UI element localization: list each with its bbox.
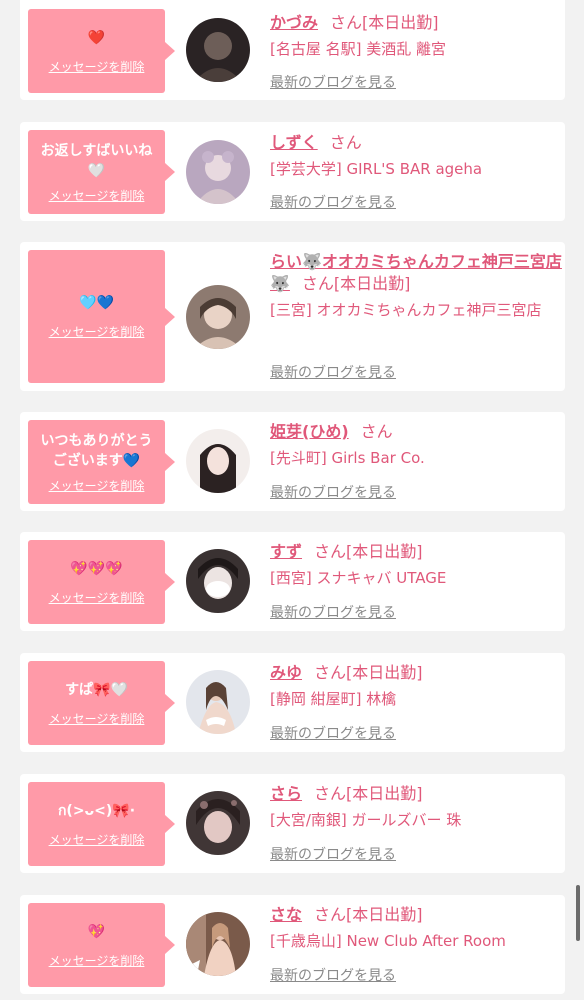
message-bubble: お返しすばいいね🤍 メッセージを削除 (28, 130, 175, 214)
message-bubble: 💖 メッセージを削除 (28, 903, 175, 987)
latest-blog-link[interactable]: 最新のブログを見る (270, 72, 396, 92)
latest-blog-link[interactable]: 最新のブログを見る (270, 192, 396, 212)
cast-name-link[interactable]: さな (270, 905, 302, 924)
cast-status: さん[本日出勤] (330, 13, 439, 32)
cast-status: さん[本日出勤] (314, 905, 423, 924)
avatar[interactable] (186, 549, 250, 613)
avatar[interactable] (186, 791, 250, 855)
message-text: すぱ🎀🤍 (65, 681, 128, 698)
message-text: 💖 (87, 923, 106, 940)
cast-status: さん[本日出勤] (314, 542, 423, 561)
list-item: ก(>ᴗ<)🎀· メッセージを削除 さら さん[本日出勤] [大宮/南銀] ガール… (20, 774, 565, 873)
delete-message-link[interactable]: メッセージを削除 (49, 589, 145, 606)
message-bubble: 💖💖💖 メッセージを削除 (28, 540, 175, 624)
latest-blog-link[interactable]: 最新のブログを見る (270, 482, 396, 502)
avatar[interactable] (186, 18, 250, 82)
cast-name-link[interactable]: すず (270, 542, 302, 561)
cast-name-link[interactable]: みゆ (270, 663, 302, 682)
message-bubble: ก(>ᴗ<)🎀· メッセージを削除 (28, 782, 175, 866)
list-item: 💖💖💖 メッセージを削除 すず さん[本日出勤] [西宮] スナキャバ UTAGE… (20, 532, 565, 631)
cast-info: さら さん[本日出勤] [大宮/南銀] ガールズバー 珠 (270, 783, 562, 831)
list-item: お返しすばいいね🤍 メッセージを削除 しずく さん [学芸大学] GIRL'S B… (20, 122, 565, 221)
list-item: ❤️ メッセージを削除 かづみ さん[本日出勤] [名古屋 名駅] 美酒乱 離宮 … (20, 0, 565, 100)
shop-name: [西宮] スナキャバ UTAGE (270, 569, 447, 587)
message-text: 💖💖💖 (70, 560, 123, 577)
cast-info: すず さん[本日出勤] [西宮] スナキャバ UTAGE (270, 541, 562, 589)
delete-message-link[interactable]: メッセージを削除 (49, 323, 145, 340)
latest-blog-link[interactable]: 最新のブログを見る (270, 602, 396, 622)
cast-info: みゆ さん[本日出勤] [静岡 紺屋町] 林檎 (270, 662, 562, 710)
delete-message-link[interactable]: メッセージを削除 (49, 187, 145, 204)
list-item: 🩵💙 メッセージを削除 らい🐺オオカミちゃんカフェ神戸三宮店🐺 さん[本日出勤] … (20, 242, 565, 391)
avatar[interactable] (186, 140, 250, 204)
avatar[interactable] (186, 912, 250, 976)
delete-message-link[interactable]: メッセージを削除 (49, 58, 145, 75)
message-bubble: いつもありがとうございます💙 メッセージを削除 (28, 420, 175, 504)
message-bubble: ❤️ メッセージを削除 (28, 9, 175, 93)
cast-status: さん (329, 133, 362, 152)
message-text: ❤️ (87, 29, 106, 46)
cast-status: さん (360, 422, 393, 441)
shop-name: [大宮/南銀] ガールズバー 珠 (270, 811, 462, 829)
avatar[interactable] (186, 670, 250, 734)
delete-message-link[interactable]: メッセージを削除 (49, 952, 145, 969)
latest-blog-link[interactable]: 最新のブログを見る (270, 362, 396, 382)
avatar[interactable] (186, 285, 250, 349)
message-bubble: 🩵💙 メッセージを削除 (28, 250, 175, 383)
shop-name: [学芸大学] GIRL'S BAR ageha (270, 160, 483, 178)
message-text: お返しすばいいね🤍 (40, 142, 153, 179)
message-text: ก(>ᴗ<)🎀· (57, 802, 136, 819)
list-item: すぱ🎀🤍 メッセージを削除 みゆ さん[本日出勤] [静岡 紺屋町] 林檎 最新の… (20, 653, 565, 752)
latest-blog-link[interactable]: 最新のブログを見る (270, 965, 396, 985)
list-item: 💖 メッセージを削除 さな さん[本日出勤] [千歳烏山] New Club Af… (20, 895, 565, 994)
cast-name-link[interactable]: かづみ (270, 13, 318, 32)
delete-message-link[interactable]: メッセージを削除 (49, 477, 145, 494)
cast-status: さん[本日出勤] (314, 784, 423, 803)
shop-name: [静岡 紺屋町] 林檎 (270, 690, 397, 708)
shop-name: [名古屋 名駅] 美酒乱 離宮 (270, 40, 447, 58)
cast-status: さん[本日出勤] (301, 274, 411, 293)
message-bubble: すぱ🎀🤍 メッセージを削除 (28, 661, 175, 745)
cast-info: かづみ さん[本日出勤] [名古屋 名駅] 美酒乱 離宮 (270, 12, 562, 60)
shop-name: [先斗町] Girls Bar Co. (270, 449, 425, 467)
avatar[interactable] (186, 429, 250, 493)
cast-info: しずく さん [学芸大学] GIRL'S BAR ageha (270, 132, 562, 180)
shop-name: [千歳烏山] New Club After Room (270, 932, 506, 950)
cast-status: さん[本日出勤] (314, 663, 423, 682)
cast-name-link[interactable]: しずく (270, 133, 318, 152)
message-text: いつもありがとうございます💙 (40, 432, 153, 469)
cast-info: らい🐺オオカミちゃんカフェ神戸三宮店🐺 さん[本日出勤] [三宮] オオカミちゃん… (270, 251, 562, 321)
scrollbar[interactable] (576, 885, 580, 941)
cast-name-link[interactable]: さら (270, 784, 302, 803)
latest-blog-link[interactable]: 最新のブログを見る (270, 723, 396, 743)
delete-message-link[interactable]: メッセージを削除 (49, 710, 145, 727)
cast-info: さな さん[本日出勤] [千歳烏山] New Club After Room (270, 904, 562, 952)
list-item: いつもありがとうございます💙 メッセージを削除 姫芽(ひめ) さん [先斗町] G… (20, 412, 565, 511)
shop-name: [三宮] オオカミちゃんカフェ神戸三宮店 (270, 301, 542, 319)
delete-message-link[interactable]: メッセージを削除 (49, 831, 145, 848)
latest-blog-link[interactable]: 最新のブログを見る (270, 844, 396, 864)
message-list: ❤️ メッセージを削除 かづみ さん[本日出勤] [名古屋 名駅] 美酒乱 離宮 … (0, 0, 584, 1000)
cast-name-link[interactable]: 姫芽(ひめ) (270, 422, 349, 441)
message-text: 🩵💙 (79, 295, 114, 311)
cast-info: 姫芽(ひめ) さん [先斗町] Girls Bar Co. (270, 421, 562, 469)
